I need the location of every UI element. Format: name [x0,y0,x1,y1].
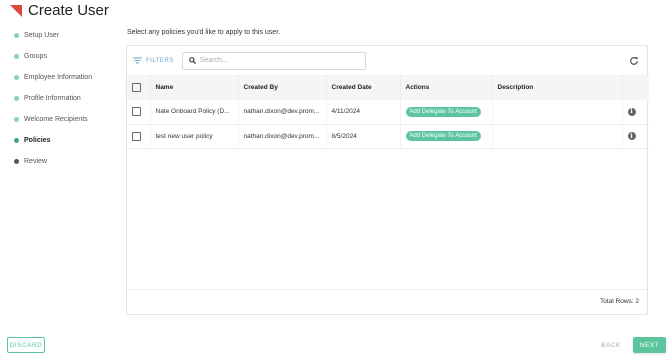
created-by: nathan.dixon@dev.prom... [238,100,327,124]
step-dot [14,117,19,122]
total-rows: Total Rows: 2 [599,298,639,305]
step-label: Welcome Recipients [24,116,88,123]
column-header-created-date[interactable]: Created Date [326,75,401,100]
step-label: Policies [24,137,51,144]
policies-table: Name Created By Created Date Actions Des… [127,75,649,149]
header: Create User [10,0,109,20]
next-button[interactable]: NEXT [633,337,666,353]
table-row[interactable]: test new user policy nathan.dixon@dev.pr… [127,124,649,148]
column-header-extra [622,75,649,100]
step-groups[interactable]: Groups [14,46,124,67]
step-employee-information[interactable]: Employee Information [14,67,124,88]
column-header-actions[interactable]: Actions [400,75,493,100]
created-date: 4/11/2024 [326,100,401,124]
created-by: nathan.dixon@dev.prom... [238,124,327,148]
refresh-icon[interactable] [629,56,639,66]
actions-cell: Add Delegate To Account [400,100,493,124]
step-dot [14,138,19,143]
actions-cell: Add Delegate To Account [400,124,493,148]
created-date: 8/5/2024 [326,124,401,148]
back-button[interactable]: BACK [598,337,624,353]
search-input[interactable] [199,57,360,64]
description [492,124,623,148]
select-all-checkbox[interactable] [132,83,141,92]
info-icon[interactable]: i [627,132,636,140]
step-setup-user[interactable]: Setup User [14,25,124,46]
step-welcome-recipients[interactable]: Welcome Recipients [14,109,124,130]
add-delegate-badge[interactable]: Add Delegate To Account [405,131,481,141]
step-label: Groups [24,53,47,60]
description [492,100,623,124]
step-dot [14,54,19,59]
intro-text: Select any policies you'd like to apply … [127,29,281,36]
step-label: Setup User [24,32,60,39]
wizard-steps: Setup User Groups Employee Information P… [14,25,124,172]
row-checkbox[interactable] [132,107,141,117]
step-dot [14,75,19,80]
page-title: Create User [28,1,109,19]
row-checkbox-cell [127,100,151,124]
filters-label: FILTERS [146,57,174,64]
policy-name: test new user policy [150,124,239,148]
step-dot [14,33,19,38]
brand-logo-icon [10,5,22,17]
search-icon [188,57,196,64]
row-checkbox[interactable] [132,131,141,141]
filter-icon [133,57,142,64]
info-cell: i [622,124,649,148]
table-header-row: Name Created By Created Date Actions Des… [127,75,649,100]
step-dot [14,159,19,164]
policy-name: Nate Onboard Policy (D... [150,100,239,124]
policies-panel: FILTERS Name Created By Created Date Act… [126,45,649,315]
column-header-description[interactable]: Description [492,75,623,100]
step-review[interactable]: Review [14,151,124,172]
column-header-created-by[interactable]: Created By [238,75,327,100]
select-all-cell [127,75,151,100]
step-profile-information[interactable]: Profile Information [14,88,124,109]
step-label: Review [24,158,47,165]
step-dot [14,96,19,101]
step-label: Profile Information [24,95,81,102]
discard-button[interactable]: DISCARD [7,337,45,353]
table-toolbar: FILTERS [127,46,647,75]
info-cell: i [622,100,649,124]
row-checkbox-cell [127,124,151,148]
info-icon[interactable]: i [627,107,636,116]
filters-button[interactable]: FILTERS [133,57,174,64]
table-row[interactable]: Nate Onboard Policy (D... nathan.dixon@d… [127,100,649,124]
add-delegate-badge[interactable]: Add Delegate To Account [405,106,481,117]
search-box[interactable] [181,51,366,70]
table-footer-divider [127,289,647,290]
column-header-name[interactable]: Name [150,75,239,100]
step-label: Employee Information [24,74,93,81]
step-policies[interactable]: Policies [14,130,124,151]
